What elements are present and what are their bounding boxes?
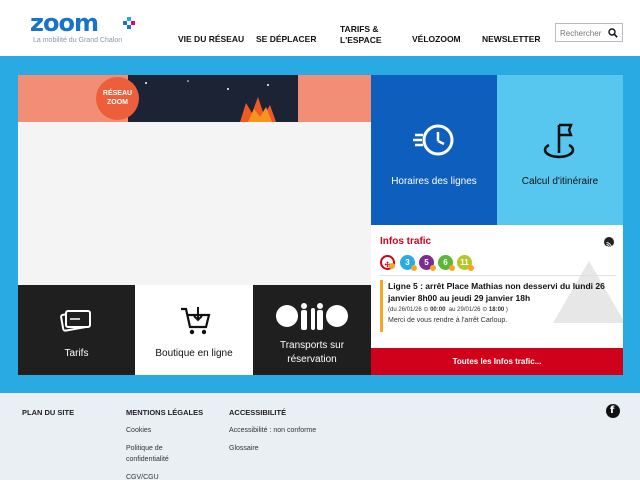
alert-to-label: au (448, 307, 456, 313)
line-5-label: 5 (424, 258, 429, 267)
facebook-icon[interactable]: f (606, 404, 620, 418)
footer-col-mentions: MENTIONS LÉGALES Cookies Politique de co… (126, 408, 203, 480)
footer-link-cgv[interactable]: CGV/CGU (126, 472, 203, 480)
search-box (555, 23, 623, 42)
footer-col-accessibilite: ACCESSIBILITÉ Accessibilité : non confor… (229, 408, 316, 461)
tile-boutique[interactable]: Boutique en ligne (135, 285, 253, 375)
footer-accessibilite[interactable]: ACCESSIBILITÉ (229, 408, 316, 417)
alert-period: (du 26/01/26 ⊙ 00:00 au 29/01/26 ⊙ 18:00… (388, 307, 508, 313)
footer-link-confidentialite[interactable]: Politique de confidentialité (126, 443, 203, 465)
divider (380, 275, 616, 276)
news-panel: RÉSEAU ZOOM (18, 75, 371, 285)
infos-trafic-title: Infos trafic (380, 236, 432, 247)
banner-night-sky (128, 75, 298, 122)
tile-tarifs[interactable]: Tarifs (18, 285, 135, 375)
footer-plan-du-site[interactable]: PLAN DU SITE (22, 408, 74, 417)
clock-icon: ⊙ (423, 307, 429, 313)
footer-link-accessibilite[interactable]: Accessibilité : non conforme (229, 425, 316, 436)
flag-location-icon (543, 123, 575, 159)
line-3-label: 3 (405, 258, 410, 267)
search-icon[interactable] (608, 28, 618, 38)
nav-se-deplacer[interactable]: SE DÉPLACER (256, 34, 316, 45)
site-footer: PLAN DU SITE MENTIONS LÉGALES Cookies Po… (0, 393, 640, 480)
reseau-zoom-badge: RÉSEAU ZOOM (96, 77, 139, 120)
line-badge-network[interactable]: ✣ (380, 255, 395, 270)
logo-tagline: La mobilité du Grand Chalon (33, 37, 123, 44)
promo-banner[interactable]: RÉSEAU ZOOM (18, 75, 371, 122)
traffic-alert[interactable]: Ligne 5 : arrêt Place Mathias non desser… (380, 280, 605, 332)
tile-transports[interactable]: Transports sur réservation (253, 285, 371, 375)
line-badge-11[interactable]: 11 (457, 255, 474, 271)
clock-rewind-icon (413, 124, 454, 156)
all-infos-trafic-button[interactable]: Toutes les Infos trafic... (371, 348, 623, 375)
banner-badge-text: RÉSEAU ZOOM (102, 90, 133, 106)
tile-transports-label: Transports sur réservation (279, 340, 345, 365)
tile-tarifs-label: Tarifs (64, 348, 89, 359)
footer-link-glossaire[interactable]: Glossaire (229, 443, 316, 454)
line-6-label: 6 (443, 258, 448, 267)
line-badge-6[interactable]: 6 (438, 255, 455, 271)
line-badge-3[interactable]: 3 (400, 255, 417, 271)
zoom-logo[interactable]: zoom La mobilité du Grand Chalon (30, 10, 140, 46)
footer-col-plan: PLAN DU SITE (22, 408, 74, 425)
tile-horaires-label: Horaires des lignes (391, 176, 477, 187)
alert-to-date: 29/01/26 (457, 307, 481, 313)
alert-from-time: 00:00 (430, 307, 446, 313)
ticket-icon (60, 310, 91, 332)
reservation-logo-icon (276, 303, 348, 330)
logo-wordmark: zoom (30, 9, 99, 37)
nav-newsletter[interactable]: NEWSLETTER (482, 34, 541, 45)
rss-icon[interactable] (604, 237, 614, 248)
logo-dots (123, 17, 135, 29)
line-badge-5[interactable]: 5 (419, 255, 436, 271)
footer-mentions-legales[interactable]: MENTIONS LÉGALES (126, 408, 203, 417)
banner-flame-illustration (145, 80, 276, 122)
site-header: zoom La mobilité du Grand Chalon VIE DU … (0, 0, 640, 56)
cart-icon (181, 307, 211, 335)
tile-boutique-label: Boutique en ligne (155, 348, 233, 359)
alert-from-date: 26/01/26 (398, 307, 422, 313)
tile-itineraire[interactable]: Calcul d'itinéraire (497, 75, 623, 225)
alert-message: Merci de vous rendre à l'arrêt Carloup. (388, 317, 508, 324)
alert-from-label: du (390, 307, 397, 313)
tile-itineraire-label: Calcul d'itinéraire (521, 176, 599, 187)
alert-to-time: 18:00 (488, 307, 505, 313)
tile-horaires[interactable]: Horaires des lignes (371, 75, 497, 225)
nav-velozoom[interactable]: VÉLOZOOM (412, 34, 461, 45)
search-input[interactable] (560, 26, 606, 40)
clock-icon: ⊙ (482, 307, 488, 313)
infos-trafic-panel: Infos trafic ✣ 3 5 6 11 Ligne 5 : arrêt … (371, 225, 623, 348)
alert-title: Ligne 5 : arrêt Place Mathias non desser… (388, 281, 605, 303)
footer-link-cookies[interactable]: Cookies (126, 425, 203, 436)
nav-vie-du-reseau[interactable]: VIE DU RÉSEAU (178, 34, 244, 45)
nav-tarifs-espace[interactable]: TARIFS & L'ESPACE (340, 24, 382, 46)
